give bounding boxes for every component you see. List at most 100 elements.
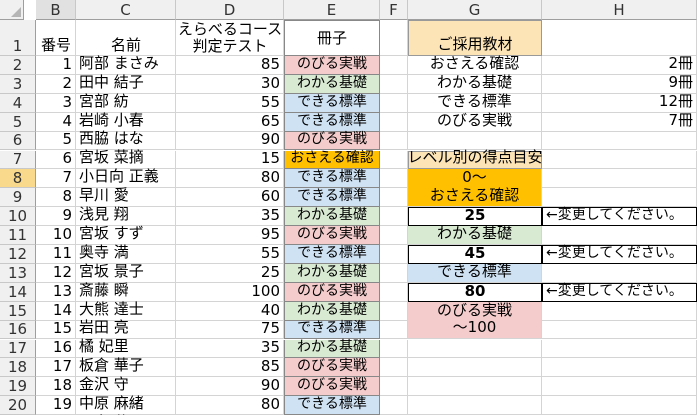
student-number[interactable]: 14 [36, 301, 76, 321]
student-number[interactable]: 15 [36, 319, 76, 340]
row-header-19[interactable]: 19 [0, 377, 36, 397]
grid-cell[interactable] [408, 396, 542, 415]
grid-cell[interactable] [380, 169, 408, 189]
row-header-3[interactable]: 3 [0, 75, 36, 94]
column-header-b[interactable]: B [36, 0, 76, 20]
student-number[interactable]: 12 [36, 263, 76, 283]
grid-cell[interactable] [542, 301, 697, 321]
column-header-g[interactable]: G [408, 0, 542, 20]
grid-cell[interactable] [408, 358, 542, 378]
grid-cell[interactable] [380, 188, 408, 208]
test-score[interactable]: 40 [176, 301, 284, 321]
student-number[interactable]: 9 [36, 206, 76, 227]
grid-cell[interactable] [408, 339, 542, 359]
grid-cell[interactable] [542, 377, 697, 397]
test-score[interactable]: 75 [176, 319, 284, 340]
grid-cell[interactable] [542, 20, 697, 56]
level3-name[interactable]: できる標準 [408, 262, 542, 283]
student-number[interactable]: 13 [36, 282, 76, 302]
level4-range[interactable]: ～100 [408, 318, 542, 340]
grid-cell[interactable] [542, 339, 697, 359]
grid-cell[interactable] [380, 207, 408, 227]
grid-cell[interactable] [380, 377, 408, 397]
grid-cell[interactable] [380, 112, 408, 132]
student-number[interactable]: 7 [36, 168, 76, 189]
student-number[interactable]: 6 [36, 149, 76, 170]
adopted-material-name[interactable]: のびる実戦 [408, 111, 542, 132]
student-number[interactable]: 4 [36, 112, 76, 132]
row-header-20[interactable]: 20 [0, 396, 36, 415]
grid-cell[interactable] [542, 358, 697, 378]
student-number[interactable]: 16 [36, 338, 76, 359]
test-score[interactable]: 90 [176, 376, 284, 397]
grid-cell[interactable] [380, 282, 408, 302]
test-score[interactable]: 90 [176, 130, 284, 151]
test-score[interactable]: 80 [176, 395, 284, 415]
row-header-8[interactable]: 8 [0, 169, 36, 189]
grid-cell[interactable] [380, 226, 408, 245]
student-number[interactable]: 5 [36, 130, 76, 151]
grid-cell[interactable] [380, 358, 408, 378]
student-number[interactable]: 17 [36, 357, 76, 378]
student-number[interactable]: 3 [36, 93, 76, 113]
test-score[interactable]: 85 [176, 55, 284, 75]
column-header-h[interactable]: H [542, 0, 697, 20]
grid-cell[interactable] [380, 396, 408, 415]
test-score[interactable]: 55 [176, 93, 284, 113]
test-score[interactable]: 65 [176, 112, 284, 132]
test-score[interactable]: 25 [176, 263, 284, 283]
grid-cell[interactable] [542, 396, 697, 415]
row-header-5[interactable]: 5 [0, 113, 36, 132]
test-score[interactable]: 35 [176, 206, 284, 227]
column-header-c[interactable]: C [76, 0, 176, 20]
row-header-11[interactable]: 11 [0, 226, 36, 245]
grid-cell[interactable] [542, 320, 697, 340]
test-score[interactable]: 60 [176, 187, 284, 208]
student-number[interactable]: 1 [36, 55, 76, 75]
test-score[interactable]: 30 [176, 74, 284, 94]
row-header-4[interactable]: 4 [0, 94, 36, 113]
grid-cell[interactable] [380, 150, 408, 170]
row-header-10[interactable]: 10 [0, 207, 36, 227]
row-header-13[interactable]: 13 [0, 264, 36, 283]
test-score[interactable]: 55 [176, 244, 284, 264]
test-score[interactable]: 95 [176, 225, 284, 245]
grid-cell[interactable] [380, 320, 408, 340]
row-header-17[interactable]: 17 [0, 339, 36, 359]
test-score[interactable]: 15 [176, 149, 284, 170]
student-number[interactable]: 10 [36, 225, 76, 245]
grid-cell[interactable] [380, 20, 408, 56]
column-header-e[interactable]: E [284, 0, 380, 20]
row-header-6[interactable]: 6 [0, 131, 36, 151]
level1-name[interactable]: おさえる確認 [408, 186, 542, 208]
student-number[interactable]: 11 [36, 244, 76, 264]
adopted-material-count[interactable]: 7冊 [542, 111, 697, 132]
column-header-f[interactable]: F [380, 0, 408, 20]
student-number[interactable]: 2 [36, 74, 76, 94]
grid-cell[interactable] [380, 339, 408, 359]
grid-cell[interactable] [380, 245, 408, 264]
row-header-14[interactable]: 14 [0, 283, 36, 302]
grid-cell[interactable] [542, 131, 697, 151]
grid-cell[interactable] [380, 56, 408, 75]
test-score[interactable]: 100 [176, 282, 284, 302]
row-header-1[interactable]: 1 [0, 20, 36, 56]
grid-cell[interactable] [380, 131, 408, 151]
level2-name[interactable]: わかる基礎 [408, 224, 542, 245]
row-header-18[interactable]: 18 [0, 358, 36, 378]
row-header-9[interactable]: 9 [0, 188, 36, 208]
grid-cell[interactable] [542, 169, 697, 189]
column-header-d[interactable]: D [176, 0, 284, 20]
test-score[interactable]: 85 [176, 357, 284, 378]
grid-cell[interactable] [408, 377, 542, 397]
row-header-15[interactable]: 15 [0, 302, 36, 321]
row-header-16[interactable]: 16 [0, 320, 36, 340]
select-all-corner[interactable] [0, 0, 24, 20]
row-header-7[interactable]: 7 [0, 150, 36, 170]
grid-cell[interactable] [380, 301, 408, 321]
grid-cell[interactable] [380, 93, 408, 113]
student-number[interactable]: 19 [36, 395, 76, 415]
grid-cell[interactable] [380, 74, 408, 94]
test-score[interactable]: 35 [176, 338, 284, 359]
test-score[interactable]: 80 [176, 168, 284, 189]
